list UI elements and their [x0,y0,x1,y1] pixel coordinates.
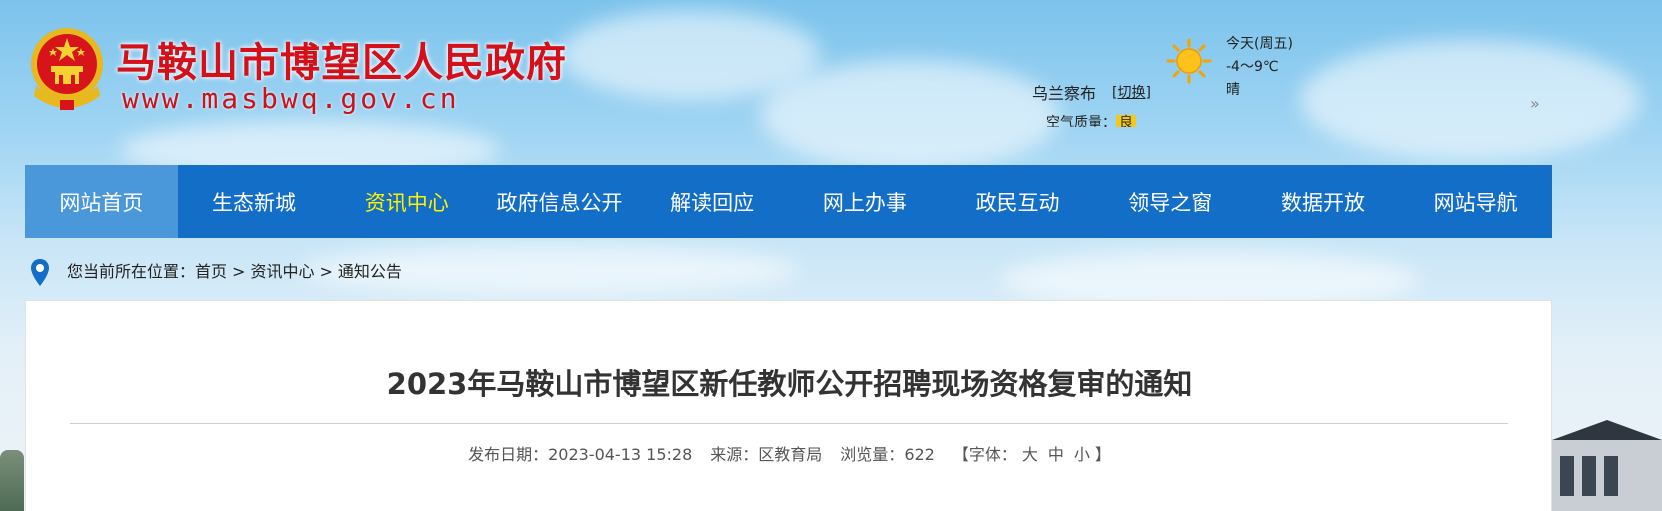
font-size-small-button[interactable]: 小 [1074,445,1090,464]
breadcrumb-prefix: 您当前所在位置： [67,262,196,281]
nav-item-home[interactable]: 网站首页 [25,165,178,238]
national-emblem-icon [31,28,103,110]
weather-switch-link[interactable]: [切换] [1112,82,1150,102]
publish-date: 2023-04-13 15:28 [548,445,693,464]
weather-day: 今天(周五) [1226,36,1293,52]
air-quality: 空气质量：良 [1046,112,1136,127]
title-divider [70,423,1508,424]
air-quality-badge: 良 [1116,115,1136,127]
nav-item-interpretation[interactable]: 解读回应 [636,165,789,238]
site-url: www.masbwq.gov.cn [122,82,460,115]
breadcrumb-separator: > [319,262,333,281]
weather-condition: 晴 [1226,82,1240,98]
article-meta: 发布日期：2023-04-13 15:28 来源：区教育局 浏览量：622 【字体： 大… [26,441,1553,465]
views-label: 浏览量： [840,445,905,464]
font-size-close: 】 [1094,445,1111,464]
breadcrumb-notices[interactable]: 通知公告 [338,262,402,281]
breadcrumb-home[interactable]: 首页 [195,262,227,281]
cloud-decoration [1300,40,1640,160]
nav-item-news-center[interactable]: 资讯中心 [330,165,483,238]
views-count: 622 [904,445,935,464]
weather-temperature: -4～9℃ [1226,59,1279,75]
nav-item-leadership[interactable]: 领导之窗 [1094,165,1247,238]
nav-item-online-services[interactable]: 网上办事 [789,165,942,238]
publish-date-label: 发布日期： [468,445,549,464]
scenery-decoration [0,450,24,511]
article-title: 2023年马鞍山市博望区新任教师公开招聘现场资格复审的通知 [386,367,1193,401]
source-label: 来源： [710,445,759,464]
font-size-large-button[interactable]: 大 [1022,445,1038,464]
nav-item-gov-info-disclosure[interactable]: 政府信息公开 [483,165,636,238]
cloud-decoration [760,60,1060,170]
nav-item-eco-new-city[interactable]: 生态新城 [178,165,331,238]
nav-item-site-map[interactable]: 网站导航 [1399,165,1552,238]
font-size-medium-button[interactable]: 中 [1048,445,1064,464]
breadcrumb-separator: > [232,262,246,281]
air-quality-label: 空气质量： [1046,115,1116,127]
double-chevron-right-icon[interactable]: » [1530,94,1540,113]
main-nav: 网站首页 生态新城 资讯中心 政府信息公开 解读回应 网上办事 政民互动 领导之… [25,165,1552,238]
article-panel: 2023年马鞍山市博望区新任教师公开招聘现场资格复审的通知 发布日期：2023-… [25,300,1552,511]
building-decoration [1552,420,1662,511]
site-title[interactable]: 马鞍山市博望区人民政府 [116,30,567,88]
breadcrumb-news-center[interactable]: 资讯中心 [250,262,314,281]
weather-city: 乌兰察布 [1032,84,1097,103]
source-value: 区教育局 [758,445,823,464]
font-size-label: 【字体： [952,445,1017,464]
location-pin-icon [31,259,49,286]
breadcrumb: 您当前所在位置：首页 > 资讯中心 > 通知公告 [67,258,402,282]
nav-item-open-data[interactable]: 数据开放 [1247,165,1400,238]
weather-forecast: 今天(周五) -4～9℃ 晴 [1226,33,1293,102]
nav-item-interaction[interactable]: 政民互动 [941,165,1094,238]
sun-icon [1166,38,1212,84]
